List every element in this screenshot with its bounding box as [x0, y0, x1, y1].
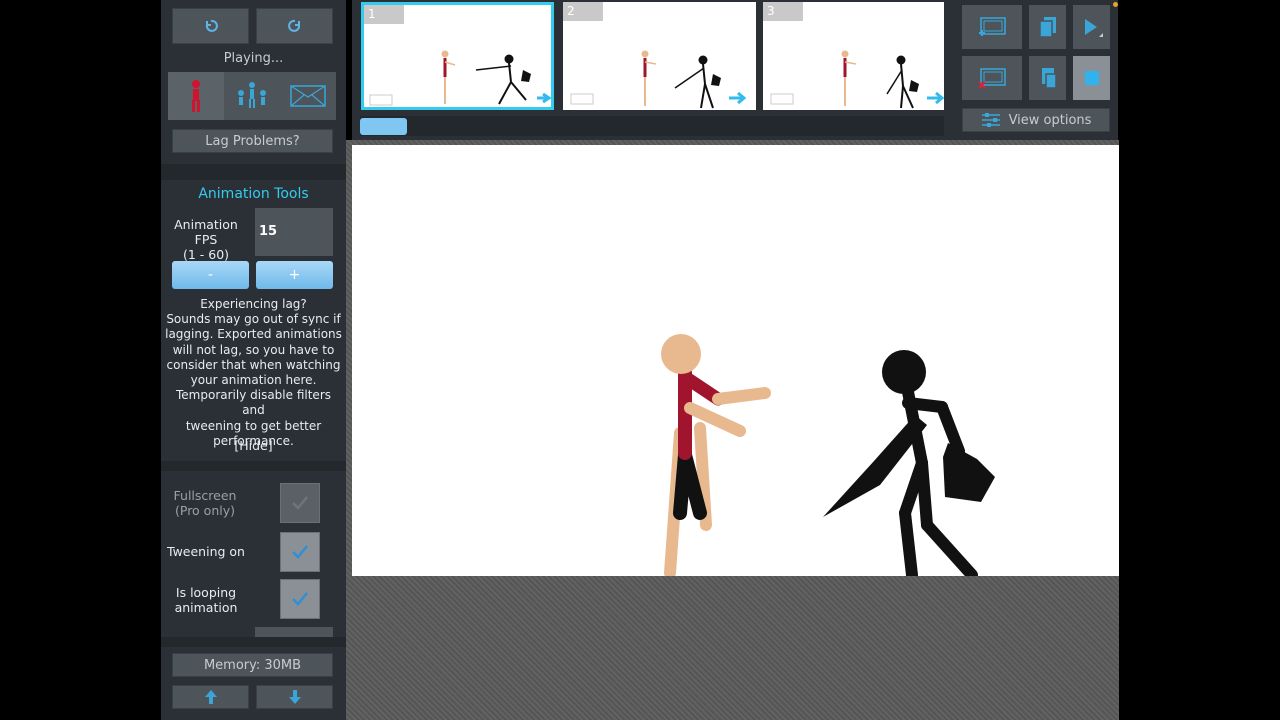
group-mode-button[interactable]	[224, 72, 280, 120]
stop-button[interactable]	[1073, 56, 1110, 100]
image-icon	[290, 85, 326, 107]
section-divider	[161, 164, 346, 180]
scene-mode-button[interactable]	[280, 72, 336, 120]
partial-scroll-item	[255, 627, 333, 637]
section-divider	[161, 637, 346, 647]
fullscreen-checkbox[interactable]	[280, 483, 320, 523]
paste-icon	[1041, 68, 1057, 89]
lag-info-line: Temporarily disable filters and	[176, 388, 331, 418]
tweening-label: Tweening on	[167, 544, 245, 559]
looping-label-line: animation	[174, 600, 238, 615]
frame-thumbnail-1[interactable]: 1	[361, 2, 554, 110]
add-frame-icon	[979, 17, 1006, 36]
frame-preview	[570, 50, 747, 109]
undo-icon	[205, 19, 218, 32]
undo-button[interactable]	[172, 8, 249, 44]
fps-input[interactable]: 15	[255, 208, 333, 256]
stick-figure-icon	[192, 80, 200, 112]
canvas-scene	[661, 334, 995, 576]
group-figures-icon	[238, 82, 266, 108]
play-button[interactable]	[1073, 5, 1110, 49]
sliders-icon	[981, 113, 1000, 127]
lag-info-line: consider that when watching	[166, 357, 341, 372]
lag-info-line: Experiencing lag?	[200, 297, 307, 311]
right-toolbar: View options	[952, 0, 1118, 140]
single-figure-mode-button[interactable]	[168, 72, 224, 120]
move-down-button[interactable]	[256, 685, 333, 709]
lag-info-line: lagging. Exported animations	[165, 327, 342, 342]
section-divider	[161, 461, 346, 471]
fullscreen-label-line: Fullscreen	[173, 488, 237, 503]
checkmark-icon	[292, 592, 308, 606]
looping-label-line: Is looping	[175, 585, 237, 600]
lag-info-line: Sounds may go out of sync if	[166, 312, 341, 327]
checkmark-icon	[292, 545, 308, 559]
frame-timeline: 1 2 3	[352, 0, 952, 140]
delete-frame-icon	[978, 68, 1006, 89]
looping-label: Is looping animation	[166, 585, 246, 615]
copy-icon	[1038, 17, 1056, 38]
lag-info-line: will not lag, so you have to	[172, 342, 335, 357]
fps-label: Animation FPS (1 - 60)	[163, 217, 249, 262]
lag-problems-button[interactable]: Lag Problems?	[172, 129, 333, 153]
redo-icon	[287, 19, 300, 32]
checkmark-icon	[292, 496, 308, 510]
fullscreen-label: Fullscreen (Pro only)	[169, 488, 241, 518]
delete-frame-button[interactable]	[962, 56, 1022, 100]
lag-info-line: tweening to get better	[185, 418, 322, 433]
view-options-button[interactable]: View options	[962, 108, 1110, 132]
add-frame-button[interactable]	[962, 5, 1022, 49]
lag-info-text: Experiencing lag? Sounds may go out of s…	[163, 297, 344, 449]
frame-preview	[369, 50, 551, 106]
fps-increase-button[interactable]: +	[256, 261, 333, 289]
view-options-label: View options	[1008, 112, 1092, 128]
frame-thumbnail-2[interactable]: 2	[563, 2, 756, 110]
timeline-scrollbar[interactable]	[360, 116, 944, 136]
fullscreen-label-line: (Pro only)	[175, 503, 235, 518]
fps-decrease-button[interactable]: -	[172, 261, 249, 289]
tweening-checkbox[interactable]	[280, 532, 320, 572]
arrow-down-icon	[288, 690, 301, 704]
left-panel: Playing... Lag Problems? Animation Tools…	[161, 0, 346, 720]
animation-tools-title: Animation Tools	[198, 186, 309, 202]
fps-range-text: (1 - 60)	[182, 247, 230, 262]
paste-frame-button[interactable]	[1029, 56, 1066, 100]
timeline-scroll-thumb[interactable]	[360, 118, 407, 135]
looping-checkbox[interactable]	[280, 579, 320, 619]
copy-frame-button[interactable]	[1029, 5, 1066, 49]
playback-status: Playing...	[223, 51, 284, 66]
black-stick-figure[interactable]	[823, 350, 995, 576]
frame-preview	[770, 50, 944, 109]
mode-selector	[168, 72, 336, 120]
red-stick-figure[interactable]	[661, 334, 771, 576]
arrow-up-icon	[204, 690, 217, 704]
memory-indicator: Memory: 30MB	[172, 653, 333, 677]
notification-dot	[1113, 2, 1118, 7]
hide-info-link[interactable]: [Hide]	[161, 438, 346, 453]
redo-button[interactable]	[256, 8, 333, 44]
lag-info-line: your animation here.	[190, 373, 317, 388]
move-up-button[interactable]	[172, 685, 249, 709]
animation-canvas[interactable]	[352, 145, 1119, 576]
frame-thumbnail-3[interactable]: 3	[763, 2, 944, 110]
fps-label-text: Animation FPS	[174, 217, 238, 247]
stop-icon	[1084, 71, 1099, 85]
play-icon	[1084, 19, 1103, 37]
